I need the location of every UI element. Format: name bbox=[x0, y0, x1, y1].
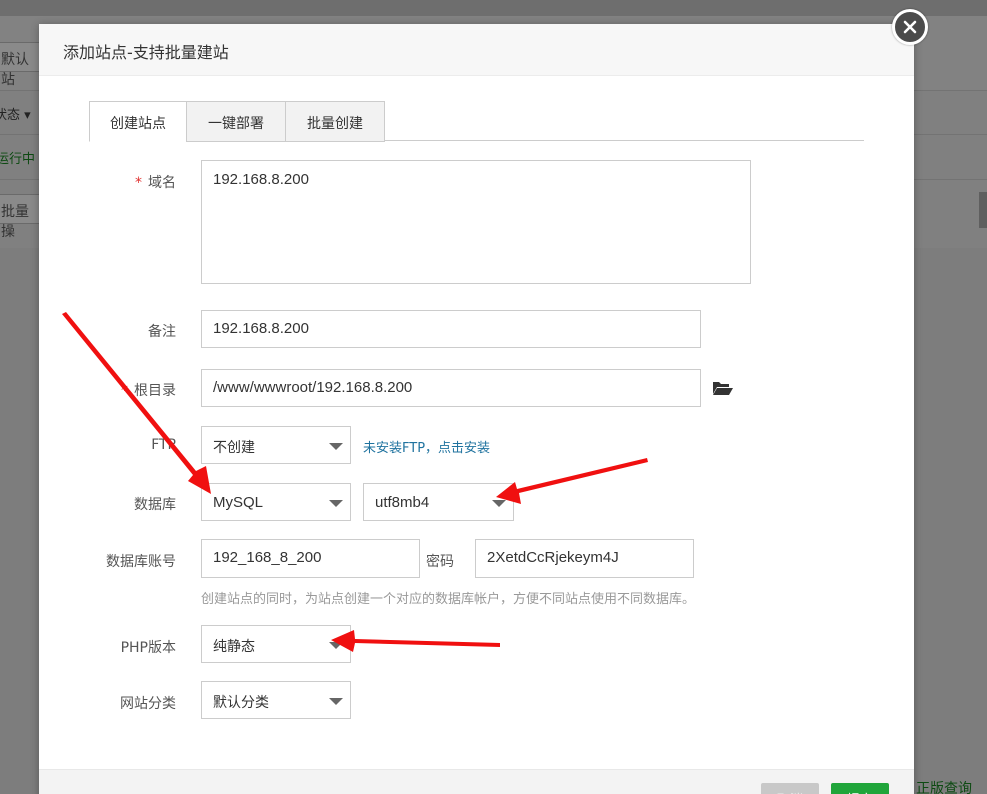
database-type-select[interactable]: MySQL bbox=[201, 483, 351, 521]
ftp-select[interactable]: 不创建 bbox=[201, 426, 351, 464]
chevron-down-icon bbox=[329, 642, 343, 649]
tab-one-click-deploy[interactable]: 一键部署 bbox=[186, 101, 286, 142]
tab-bar: 创建站点 一键部署 批量创建 bbox=[89, 101, 864, 142]
domain-label: * 域名 bbox=[135, 175, 176, 191]
batch-ops-label: 批量操 bbox=[1, 203, 29, 239]
php-version-select[interactable]: 纯静态 bbox=[201, 625, 351, 663]
site-category-label: 网站分类 bbox=[120, 696, 176, 712]
modal-header: 添加站点-支持批量建站 bbox=[39, 24, 914, 76]
default-site-label: 默认站 bbox=[1, 51, 29, 87]
submit-button[interactable]: 提交 bbox=[831, 783, 889, 794]
chevron-down-icon bbox=[329, 698, 343, 705]
db-password-input[interactable]: 2XetdCcRjekeym4J bbox=[475, 539, 694, 578]
chevron-down-icon bbox=[329, 443, 343, 450]
folder-open-icon[interactable] bbox=[712, 380, 734, 396]
database-charset-select[interactable]: utf8mb4 bbox=[363, 483, 514, 521]
remark-label: 备注 bbox=[148, 324, 176, 340]
running-status: 运行中 bbox=[0, 152, 36, 167]
genuine-check-link[interactable]: 正版查询 bbox=[916, 778, 972, 794]
tab-batch-create[interactable]: 批量创建 bbox=[285, 101, 385, 142]
modal-title: 添加站点-支持批量建站 bbox=[63, 43, 229, 62]
install-ftp-link[interactable]: 未安装FTP，点击安装 bbox=[363, 437, 490, 456]
chevron-down-icon bbox=[492, 500, 506, 507]
background-topbar bbox=[0, 0, 987, 16]
root-dir-label: * 根目录 bbox=[121, 383, 176, 399]
status-filter[interactable]: 状态 ▾ bbox=[0, 104, 31, 123]
modal-footer: 取消 提交 bbox=[39, 769, 914, 794]
cancel-button[interactable]: 取消 bbox=[761, 783, 819, 794]
required-mark: * bbox=[121, 383, 128, 399]
database-label: 数据库 bbox=[134, 497, 176, 513]
db-account-label: 数据库账号 bbox=[106, 554, 176, 570]
root-dir-input[interactable]: /www/wwwroot/192.168.8.200 bbox=[201, 369, 701, 407]
close-icon bbox=[903, 20, 917, 34]
remark-input[interactable]: 192.168.8.200 bbox=[201, 310, 701, 348]
required-mark: * bbox=[135, 175, 142, 191]
site-category-select[interactable]: 默认分类 bbox=[201, 681, 351, 719]
db-account-input[interactable]: 192_168_8_200 bbox=[201, 539, 420, 578]
domain-textarea[interactable]: 192.168.8.200 bbox=[201, 160, 751, 284]
ftp-label: FTP bbox=[151, 437, 176, 453]
add-site-modal: 添加站点-支持批量建站 创建站点 一键部署 批量创建 * 域名 192.168.8… bbox=[39, 24, 914, 794]
chevron-down-icon bbox=[329, 500, 343, 507]
batch-ops-button[interactable]: 批量操 bbox=[0, 194, 42, 239]
close-modal-button[interactable] bbox=[892, 9, 928, 45]
php-version-label: PHP版本 bbox=[120, 640, 176, 656]
default-site-button[interactable]: 默认站 bbox=[0, 42, 42, 87]
db-password-label: 密码 bbox=[426, 554, 454, 570]
db-account-hint: 创建站点的同时，为站点创建一个对应的数据库帐户，方便不同站点使用不同数据库。 bbox=[201, 592, 696, 607]
tab-create-site[interactable]: 创建站点 bbox=[89, 101, 187, 142]
background-scrollbar[interactable] bbox=[979, 192, 987, 228]
